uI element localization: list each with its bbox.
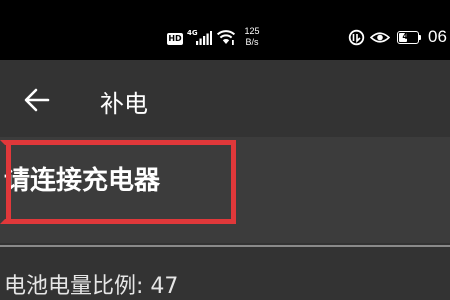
data-saver-icon (348, 29, 365, 46)
battery-icon: 47 (397, 31, 419, 44)
signal-icon (196, 31, 212, 45)
battery-ratio-value: 47 (150, 274, 179, 299)
network-speed: 125 B/s (240, 26, 264, 48)
divider (0, 245, 450, 247)
battery-cap (419, 35, 421, 40)
battery-level-text: 47 (402, 32, 414, 41)
battery-ratio-label: 电池电量比例: (4, 274, 144, 299)
app-bar (0, 60, 450, 137)
status-bar: HD 4G 125 B/s 47 06 (0, 0, 450, 60)
network-speed-unit: B/s (245, 37, 259, 47)
network-speed-value: 125 (244, 26, 260, 36)
hd-icon: HD (167, 33, 183, 45)
eye-comfort-icon (370, 32, 390, 43)
screen: HD 4G 125 B/s 47 06 补电 请连接充电器 电池电量比例: 47 (0, 0, 450, 300)
wifi-icon (216, 30, 236, 45)
battery-ratio-row: 电池电量比例: 47 (4, 268, 178, 300)
page-title: 补电 (100, 90, 148, 118)
highlight-box-left-edge (6, 140, 11, 224)
highlight-box (0, 140, 236, 224)
clock: 06 (428, 27, 447, 46)
arrow-left-icon (24, 88, 50, 112)
back-button[interactable] (22, 85, 52, 115)
